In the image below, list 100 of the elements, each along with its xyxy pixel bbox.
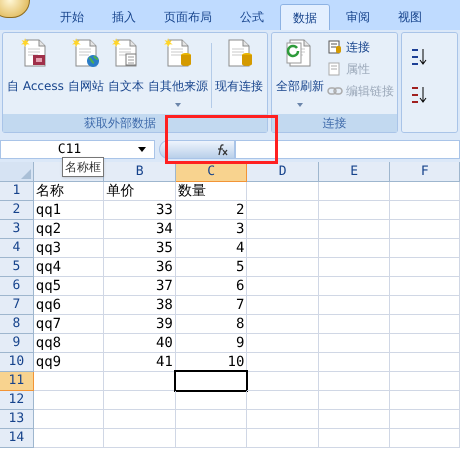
table-cell xyxy=(390,429,460,448)
sort-ascending-icon[interactable] xyxy=(410,47,428,67)
table-cell: qq1 xyxy=(34,201,104,220)
ribbon-button[interactable]: 自其他来源 xyxy=(146,37,209,114)
table-cell: 8 xyxy=(176,315,248,334)
table-cell xyxy=(390,410,460,429)
formula-input[interactable] xyxy=(235,140,460,159)
table-cell xyxy=(318,429,390,448)
table-cell xyxy=(390,334,460,353)
table-cell xyxy=(318,201,390,220)
table-cell xyxy=(318,239,390,258)
table-cell xyxy=(390,239,460,258)
table-cell: 3 xyxy=(176,220,248,239)
table-cell xyxy=(390,391,460,410)
ribbon-tab[interactable]: 公式 xyxy=(228,4,276,30)
table-cell xyxy=(247,334,319,353)
name-box-tooltip: 名称框 xyxy=(62,157,104,177)
ribbon-button[interactable]: 自网站 xyxy=(66,37,105,114)
dropdown-arrow-icon[interactable] xyxy=(138,147,146,152)
table-cell xyxy=(247,296,319,315)
table-cell: 名称 xyxy=(34,182,104,201)
table-cell xyxy=(176,410,248,429)
table-cell xyxy=(390,277,460,296)
group-label: 连接 xyxy=(322,115,346,132)
row-header[interactable]: 8 xyxy=(0,315,34,334)
triangle-icon xyxy=(20,169,31,179)
column-header[interactable]: D xyxy=(247,162,319,182)
row-header[interactable]: 13 xyxy=(0,410,34,429)
table-cell xyxy=(34,372,104,391)
table-cell: qq3 xyxy=(34,239,104,258)
table-cell xyxy=(390,353,460,372)
table-cell: 40 xyxy=(104,334,176,353)
row-header[interactable]: 12 xyxy=(0,391,34,410)
table-cell xyxy=(247,372,319,391)
table-cell xyxy=(104,391,176,410)
table-cell xyxy=(247,353,319,372)
database-page-icon xyxy=(326,39,343,55)
table-cell xyxy=(104,429,176,448)
table-cell xyxy=(34,391,104,410)
table-cell xyxy=(390,182,460,201)
table-cell: 数量 xyxy=(176,182,248,201)
ribbon-tab[interactable]: 数据 xyxy=(280,4,330,30)
ribbon-button[interactable]: 现有连接 xyxy=(214,37,264,114)
table-cell xyxy=(247,201,319,220)
ribbon-button[interactable]: 全部刷新 xyxy=(274,37,325,114)
table-cell xyxy=(247,239,319,258)
row-header[interactable]: 6 xyxy=(0,277,34,296)
table-cell: 5 xyxy=(176,258,248,277)
table-cell xyxy=(247,429,319,448)
ribbon-tab[interactable]: 开始 xyxy=(48,4,96,30)
table-cell xyxy=(318,220,390,239)
ribbon-button[interactable]: 自文本 xyxy=(106,37,145,114)
table-cell xyxy=(318,372,390,391)
table-cell xyxy=(247,410,319,429)
ribbon-small-button[interactable]: 连接 xyxy=(326,38,394,56)
table-cell: 10 xyxy=(176,353,248,372)
table-cell: 9 xyxy=(176,334,248,353)
table-cell: 35 xyxy=(104,239,176,258)
table-cell: 2 xyxy=(176,201,248,220)
table-cell: 38 xyxy=(104,296,176,315)
table-cell xyxy=(318,410,390,429)
row-header[interactable]: 5 xyxy=(0,258,34,277)
row-header[interactable]: 4 xyxy=(0,239,34,258)
table-cell xyxy=(247,277,319,296)
table-cell xyxy=(318,315,390,334)
table-cell xyxy=(390,296,460,315)
sort-descending-icon[interactable] xyxy=(410,85,428,105)
name-box[interactable]: C11 xyxy=(0,140,155,159)
row-header[interactable]: 11 xyxy=(0,372,34,391)
table-cell: 39 xyxy=(104,315,176,334)
table-cell: qq5 xyxy=(34,277,104,296)
table-cell xyxy=(318,391,390,410)
table-cell xyxy=(390,315,460,334)
table-cell: qq7 xyxy=(34,315,104,334)
column-header[interactable]: B xyxy=(104,162,176,182)
row-header[interactable]: 2 xyxy=(0,201,34,220)
column-header[interactable]: F xyxy=(390,162,460,182)
table-cell: 33 xyxy=(104,201,176,220)
function-button[interactable] xyxy=(159,140,235,159)
table-cell: 41 xyxy=(104,353,176,372)
ribbon-tab[interactable]: 审阅 xyxy=(334,4,382,30)
column-header[interactable]: E xyxy=(318,162,390,182)
table-cell: qq9 xyxy=(34,353,104,372)
table-cell: qq4 xyxy=(34,258,104,277)
table-cell: 4 xyxy=(176,239,248,258)
ribbon-tab[interactable]: 页面布局 xyxy=(152,4,224,30)
row-header[interactable]: 9 xyxy=(0,334,34,353)
row-header[interactable]: 7 xyxy=(0,296,34,315)
ribbon-tab[interactable]: 视图 xyxy=(386,4,434,30)
table-cell xyxy=(176,391,248,410)
row-header[interactable]: 14 xyxy=(0,429,34,448)
row-header[interactable]: 10 xyxy=(0,353,34,372)
table-cell xyxy=(247,315,319,334)
ribbon-button[interactable]: 自 Access xyxy=(6,37,65,114)
ribbon-tab[interactable]: 插入 xyxy=(100,4,148,30)
row-header[interactable]: 3 xyxy=(0,220,34,239)
row-header[interactable]: 1 xyxy=(0,182,34,201)
table-cell xyxy=(34,429,104,448)
table-cell xyxy=(34,410,104,429)
table-cell xyxy=(247,220,319,239)
